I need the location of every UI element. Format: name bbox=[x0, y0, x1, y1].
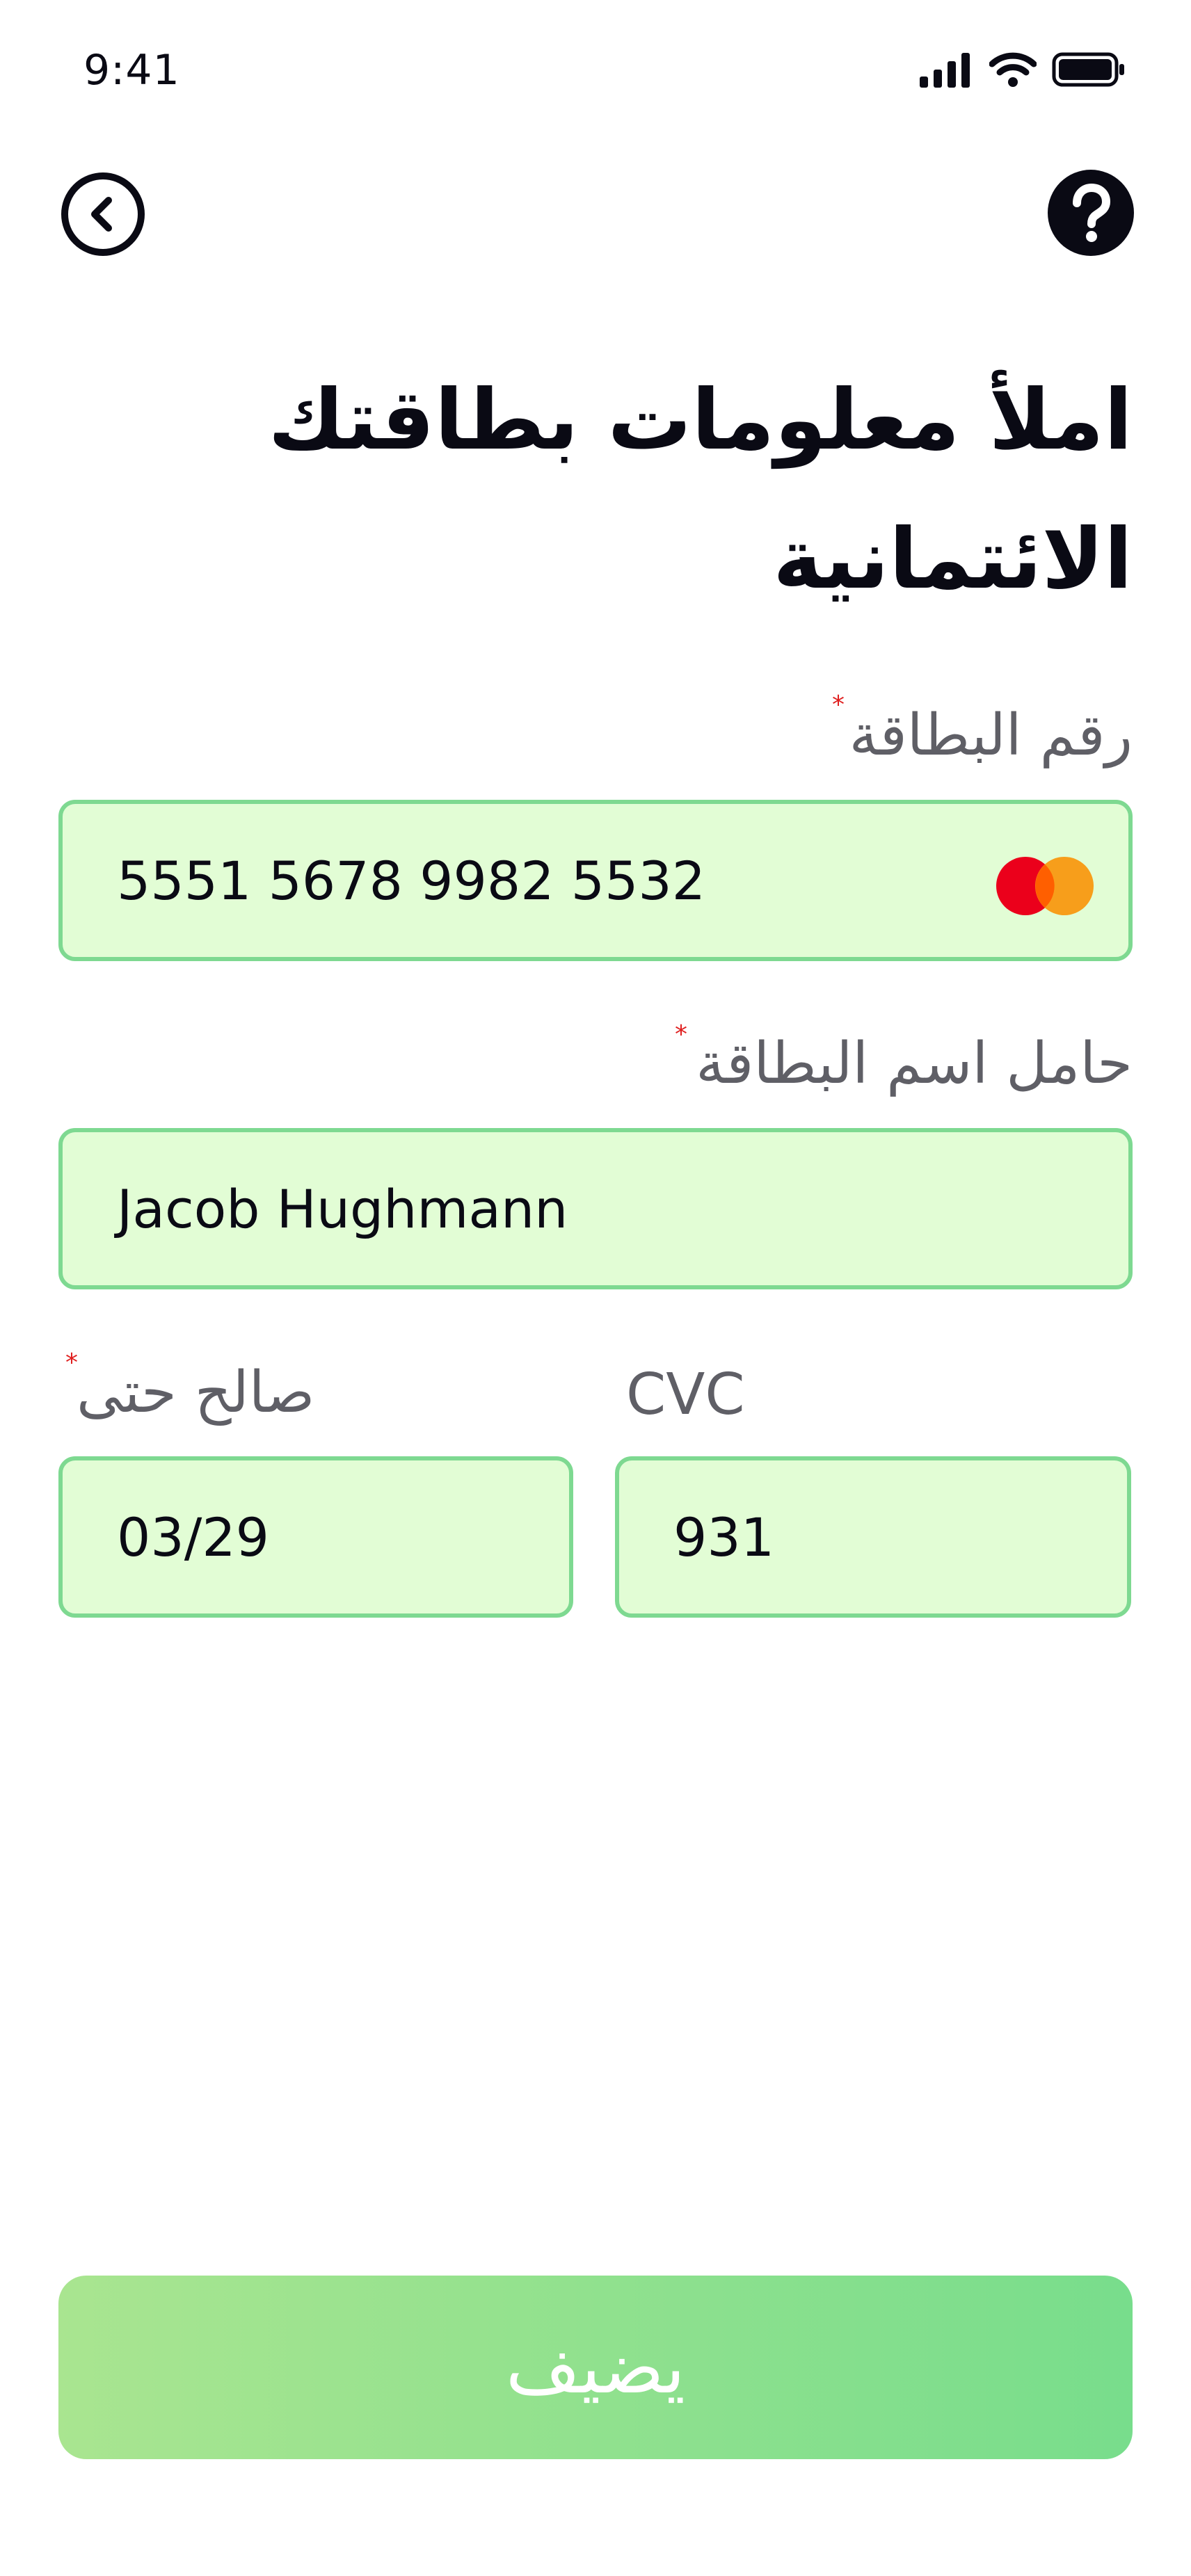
back-button[interactable] bbox=[60, 171, 146, 257]
card-number-field[interactable]: 5551 5678 9982 5532 bbox=[58, 800, 1133, 961]
add-card-screen: 9:41 املأ معلومات بطاقتك الائتمانية رقم … bbox=[0, 0, 1191, 2576]
add-button[interactable]: يضيف bbox=[58, 2276, 1133, 2459]
required-star: * bbox=[675, 1020, 687, 1049]
card-holder-label: حامل اسم البطاقة bbox=[696, 1031, 1133, 1097]
help-button[interactable] bbox=[1046, 168, 1135, 257]
cvc-field[interactable]: 931 bbox=[615, 1456, 1131, 1618]
valid-until-label: صالح حتى bbox=[77, 1360, 315, 1426]
cvc-label: CVC bbox=[626, 1362, 745, 1428]
valid-until-field[interactable]: 03/29 bbox=[58, 1456, 573, 1618]
chevron-left-circle-icon bbox=[61, 172, 145, 256]
battery-icon bbox=[1052, 52, 1124, 87]
mastercard-icon bbox=[996, 857, 1094, 915]
required-star: * bbox=[65, 1349, 78, 1377]
question-circle-icon bbox=[1048, 170, 1134, 256]
status-time: 9:41 bbox=[83, 46, 180, 95]
card-holder-value: Jacob Hughmann bbox=[117, 1177, 568, 1240]
cvc-value: 931 bbox=[673, 1506, 775, 1568]
card-number-label: رقم البطاقة bbox=[849, 702, 1133, 768]
status-icons bbox=[918, 51, 1126, 88]
required-star: * bbox=[832, 691, 845, 719]
card-number-value: 5551 5678 9982 5532 bbox=[117, 849, 706, 912]
card-holder-field[interactable]: Jacob Hughmann bbox=[58, 1128, 1133, 1289]
page-title: املأ معلومات بطاقتك الائتمانية bbox=[268, 372, 1133, 608]
valid-until-value: 03/29 bbox=[117, 1506, 270, 1568]
wifi-icon bbox=[989, 52, 1037, 87]
cellular-signal-icon bbox=[920, 53, 970, 88]
